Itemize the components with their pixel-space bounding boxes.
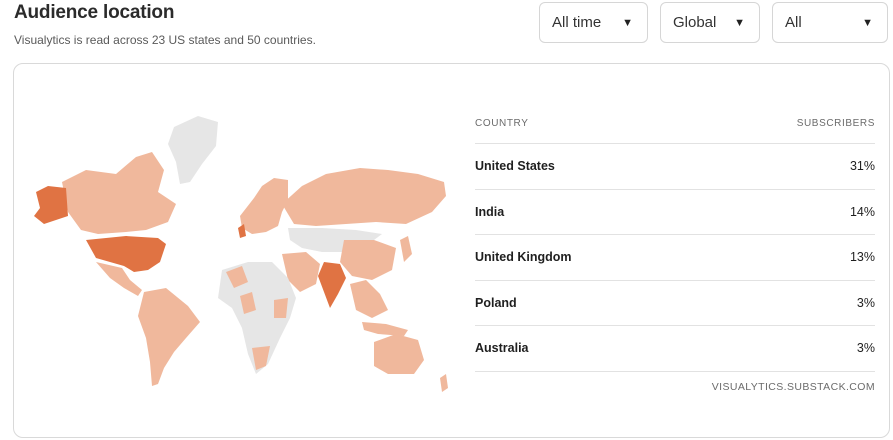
table-row: India 14% [475, 190, 875, 235]
subscriber-share: 3% [856, 341, 875, 356]
column-header-country: COUNTRY [475, 118, 529, 129]
map-region-china [340, 240, 396, 280]
time-range-dropdown[interactable]: All time ▼ [539, 2, 648, 43]
map-region-southeast-asia [350, 280, 388, 318]
subscriber-share: 13% [849, 250, 875, 265]
table-row: Poland 3% [475, 281, 875, 326]
audience-location-card: COUNTRY SUBSCRIBERS United States 31% In… [13, 63, 890, 438]
country-name: United States [475, 159, 555, 174]
map-region-indonesia [362, 322, 408, 336]
country-table: COUNTRY SUBSCRIBERS United States 31% In… [475, 104, 875, 393]
page-subtitle: Visualytics is read across 23 US states … [14, 33, 316, 47]
map-region-australia [374, 334, 424, 374]
country-name: United Kingdom [475, 250, 572, 265]
map-region-greenland [168, 116, 218, 184]
column-header-subscribers: SUBSCRIBERS [796, 118, 875, 129]
map-region-united-states [86, 236, 166, 272]
page-header: Audience location Visualytics is read ac… [14, 2, 316, 47]
region-value: Global [673, 14, 717, 31]
country-name: Australia [475, 341, 529, 356]
subscriber-share: 3% [856, 295, 875, 310]
audience-dropdown[interactable]: All ▼ [772, 2, 888, 43]
map-region-new-zealand [440, 374, 448, 392]
country-name: Poland [475, 295, 517, 310]
map-region-europe [240, 178, 288, 234]
map-region-india [318, 262, 346, 308]
region-dropdown[interactable]: Global ▼ [660, 2, 760, 43]
caret-down-icon: ▼ [862, 16, 873, 29]
subscriber-share: 14% [849, 204, 875, 219]
time-range-value: All time [552, 14, 602, 31]
audience-value: All [785, 14, 802, 31]
table-row: United States 31% [475, 144, 875, 190]
world-map [34, 116, 448, 392]
map-region-canada [62, 152, 176, 234]
caret-down-icon: ▼ [622, 16, 633, 29]
table-row: Australia 3% [475, 326, 875, 372]
table-row: United Kingdom 13% [475, 235, 875, 281]
caret-down-icon: ▼ [734, 16, 745, 29]
table-header: COUNTRY SUBSCRIBERS [475, 104, 875, 144]
publication-url: VISUALYTICS.SUBSTACK.COM [711, 380, 875, 393]
map-region-alaska [34, 186, 68, 224]
map-region-africa-east [274, 298, 288, 318]
map-region-south-america [138, 288, 200, 386]
page-title: Audience location [14, 2, 175, 23]
map-region-japan [400, 236, 412, 262]
country-name: India [475, 204, 505, 219]
map-region-russia [282, 168, 446, 226]
subscriber-share: 31% [849, 159, 875, 174]
